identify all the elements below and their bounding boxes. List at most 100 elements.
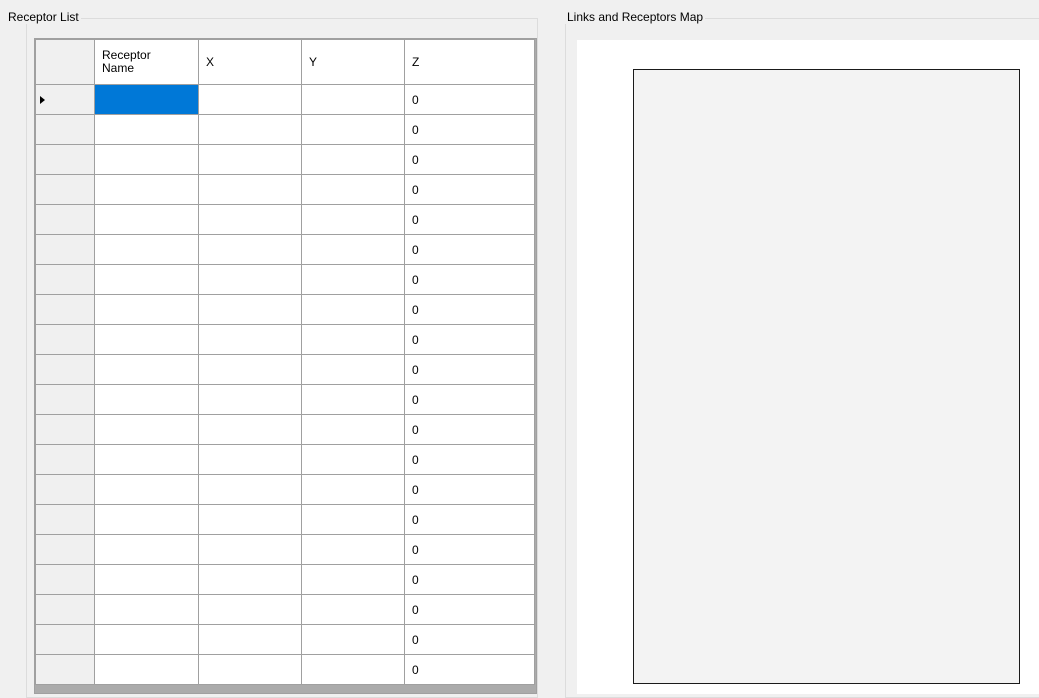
cell-y[interactable]	[301, 174, 405, 205]
cell-receptor-name[interactable]	[94, 354, 199, 385]
cell-x[interactable]	[198, 354, 302, 385]
cell-receptor-name[interactable]	[94, 414, 199, 445]
cell-y[interactable]	[301, 654, 405, 685]
cell-x[interactable]	[198, 444, 302, 475]
cell-x[interactable]	[198, 534, 302, 565]
row-header[interactable]	[35, 234, 95, 265]
row-header[interactable]	[35, 294, 95, 325]
cell-x[interactable]	[198, 234, 302, 265]
row-header[interactable]	[35, 444, 95, 475]
table-row[interactable]: 0	[35, 264, 535, 295]
cell-z[interactable]: 0	[404, 654, 535, 685]
cell-receptor-name[interactable]	[94, 84, 199, 115]
cell-x[interactable]	[198, 324, 302, 355]
cell-y[interactable]	[301, 144, 405, 175]
row-header[interactable]	[35, 594, 95, 625]
cell-z[interactable]: 0	[404, 174, 535, 205]
row-header[interactable]	[35, 114, 95, 145]
table-row[interactable]: 0	[35, 204, 535, 235]
cell-receptor-name[interactable]	[94, 114, 199, 145]
cell-z[interactable]: 0	[404, 594, 535, 625]
cell-y[interactable]	[301, 324, 405, 355]
table-row[interactable]: 0	[35, 594, 535, 625]
row-header[interactable]	[35, 564, 95, 595]
cell-x[interactable]	[198, 594, 302, 625]
cell-y[interactable]	[301, 234, 405, 265]
table-row[interactable]: 0	[35, 144, 535, 175]
table-row[interactable]: 0	[35, 414, 535, 445]
cell-y[interactable]	[301, 444, 405, 475]
cell-y[interactable]	[301, 564, 405, 595]
cell-receptor-name[interactable]	[94, 624, 199, 655]
row-header[interactable]	[35, 384, 95, 415]
cell-y[interactable]	[301, 264, 405, 295]
cell-x[interactable]	[198, 84, 302, 115]
row-header[interactable]	[35, 624, 95, 655]
cell-receptor-name[interactable]	[94, 474, 199, 505]
cell-receptor-name[interactable]	[94, 234, 199, 265]
cell-receptor-name[interactable]	[94, 174, 199, 205]
table-row[interactable]: 0	[35, 654, 535, 685]
table-row[interactable]: 0	[35, 174, 535, 205]
row-header[interactable]	[35, 204, 95, 235]
cell-z[interactable]: 0	[404, 114, 535, 145]
column-header-z[interactable]: Z	[404, 39, 535, 85]
table-row[interactable]: 0	[35, 114, 535, 145]
row-header[interactable]	[35, 474, 95, 505]
table-row[interactable]: 0	[35, 624, 535, 655]
cell-x[interactable]	[198, 114, 302, 145]
cell-x[interactable]	[198, 624, 302, 655]
row-header[interactable]	[35, 144, 95, 175]
cell-y[interactable]	[301, 354, 405, 385]
table-row[interactable]: 0	[35, 84, 535, 115]
table-row[interactable]: 0	[35, 324, 535, 355]
table-row[interactable]: 0	[35, 504, 535, 535]
cell-y[interactable]	[301, 504, 405, 535]
table-row[interactable]: 0	[35, 294, 535, 325]
map-drawing-area[interactable]	[633, 69, 1020, 684]
cell-y[interactable]	[301, 384, 405, 415]
row-header[interactable]	[35, 324, 95, 355]
cell-z[interactable]: 0	[404, 294, 535, 325]
cell-z[interactable]: 0	[404, 474, 535, 505]
cell-y[interactable]	[301, 294, 405, 325]
cell-x[interactable]	[198, 144, 302, 175]
column-header-y[interactable]: Y	[301, 39, 405, 85]
cell-receptor-name[interactable]	[94, 324, 199, 355]
table-row[interactable]: 0	[35, 564, 535, 595]
cell-receptor-name[interactable]	[94, 564, 199, 595]
cell-z[interactable]: 0	[404, 264, 535, 295]
column-header-receptor-name[interactable]: Receptor Name	[94, 39, 199, 85]
row-header[interactable]	[35, 264, 95, 295]
column-header-x[interactable]: X	[198, 39, 302, 85]
cell-receptor-name[interactable]	[94, 294, 199, 325]
grid-corner-header[interactable]	[35, 39, 95, 85]
table-row[interactable]: 0	[35, 474, 535, 505]
cell-receptor-name[interactable]	[94, 204, 199, 235]
cell-receptor-name[interactable]	[94, 384, 199, 415]
row-header[interactable]	[35, 174, 95, 205]
cell-y[interactable]	[301, 84, 405, 115]
cell-x[interactable]	[198, 264, 302, 295]
table-row[interactable]: 0	[35, 384, 535, 415]
cell-receptor-name[interactable]	[94, 144, 199, 175]
cell-z[interactable]: 0	[404, 144, 535, 175]
cell-z[interactable]: 0	[404, 234, 535, 265]
cell-x[interactable]	[198, 474, 302, 505]
cell-x[interactable]	[198, 384, 302, 415]
table-row[interactable]: 0	[35, 534, 535, 565]
row-header[interactable]	[35, 504, 95, 535]
cell-receptor-name[interactable]	[94, 654, 199, 685]
cell-z[interactable]: 0	[404, 204, 535, 235]
cell-z[interactable]: 0	[404, 624, 535, 655]
cell-z[interactable]: 0	[404, 354, 535, 385]
cell-z[interactable]: 0	[404, 504, 535, 535]
cell-y[interactable]	[301, 114, 405, 145]
cell-receptor-name[interactable]	[94, 504, 199, 535]
cell-receptor-name[interactable]	[94, 264, 199, 295]
receptor-grid[interactable]: Receptor Name X Y Z 00000000000000000000	[34, 38, 537, 694]
cell-z[interactable]: 0	[404, 444, 535, 475]
table-row[interactable]: 0	[35, 444, 535, 475]
table-row[interactable]: 0	[35, 354, 535, 385]
cell-x[interactable]	[198, 204, 302, 235]
